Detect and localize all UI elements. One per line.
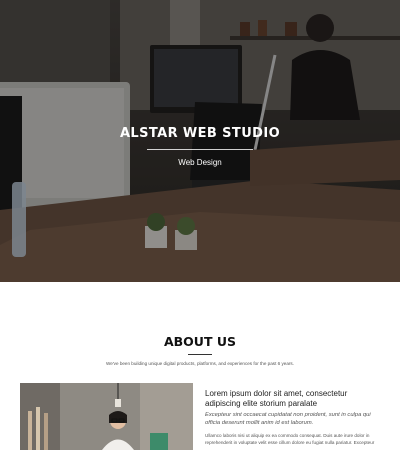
about-quote: Excepteur sint occaecat cupidatat non pr… [205, 412, 371, 426]
hero-divider [147, 149, 253, 150]
hero-section: ALSTAR WEB STUDIO Web Design [0, 0, 400, 282]
about-copy: Lorem ipsum dolor sit amet, consectetur … [205, 389, 385, 446]
about-photo [20, 383, 193, 450]
about-title: ABOUT US [163, 334, 236, 349]
hero-subtitle: Web Design [178, 158, 222, 167]
about-section: ABOUT US We've been building unique digi… [0, 282, 400, 450]
about-heading: Lorem ipsum dolor sit amet, consectetur … [205, 389, 348, 408]
hero-title: ALSTAR WEB STUDIO [119, 126, 281, 141]
about-tagline: We've been building unique digital produ… [106, 361, 294, 366]
about-body-text: Ullamco laboris nisi ut aliquip ex ea co… [205, 433, 375, 445]
hero-caption: ALSTAR WEB STUDIO Web Design [0, 126, 400, 167]
about-divider [188, 354, 212, 355]
